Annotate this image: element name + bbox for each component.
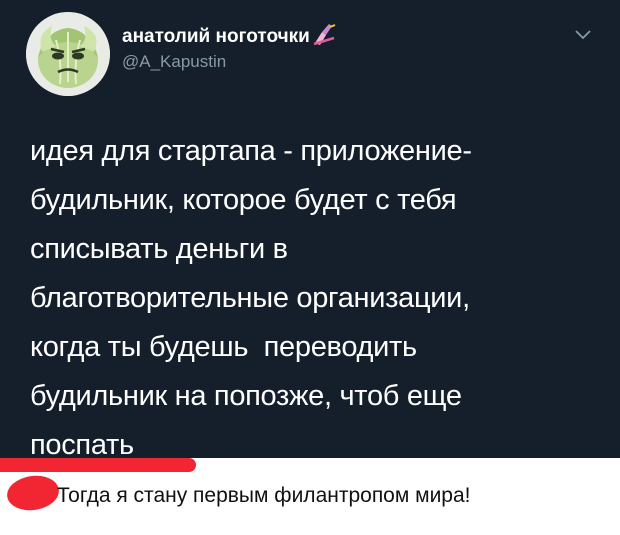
nail-polish-emoji-icon: [312, 24, 338, 46]
caption-comment: Тогда я стану первым филантропом мира!: [57, 484, 471, 507]
avatar[interactable]: [26, 12, 110, 96]
cabbage-avatar-icon: [26, 12, 110, 96]
tweet-card: анатолий ноготочки @A_Kapustin идея для …: [0, 0, 620, 461]
user-handle[interactable]: @A_Kapustin: [122, 52, 226, 72]
red-marker-blob: [4, 472, 62, 514]
tweet-text-line: списывать деньги в: [30, 233, 288, 265]
tweet-menu-button[interactable]: [570, 26, 596, 44]
tweet-text-line: благотворительные организации,: [30, 282, 470, 314]
display-name[interactable]: анатолий ноготочки: [122, 24, 338, 48]
tweet-text-line: когда ты будешь переводить: [30, 331, 417, 363]
tweet-text: идея для стартапа - приложение- будильни…: [30, 127, 600, 470]
red-marker-stroke: [0, 458, 196, 472]
chevron-down-icon: [575, 30, 591, 40]
tweet-text-line: будильник на попозже, чтоб еще: [30, 380, 462, 412]
tweet-text-line: идея для стартапа - приложение-: [30, 135, 472, 167]
tweet-text-line: будильник, которое будет с тебя: [30, 184, 457, 216]
display-name-text: анатолий ноготочки: [122, 26, 310, 47]
